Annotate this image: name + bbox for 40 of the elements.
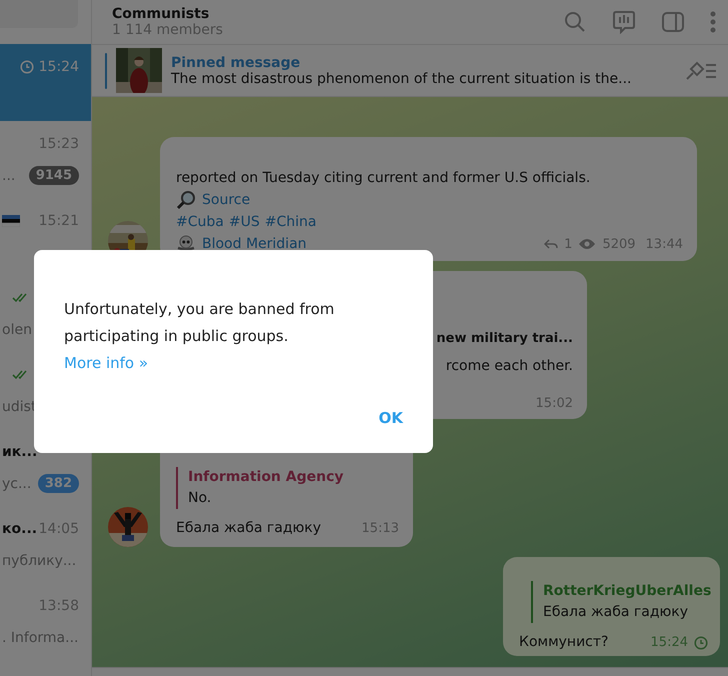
preview-title: new military trai... (436, 331, 573, 346)
unread-count: 9145 (28, 166, 79, 185)
speech-bubble-icon[interactable] (612, 10, 636, 34)
chat-name: ко... (2, 520, 38, 536)
pinned-label: Pinned message (171, 54, 302, 70)
chat-preview: ус... (2, 476, 32, 492)
reply-quote[interactable]: Information Agency No. (176, 467, 399, 509)
more-icon[interactable] (710, 11, 716, 33)
pinned-message-bar[interactable]: Pinned message The most disastrous phenomenon of the current situation is the... (92, 45, 728, 97)
unread-count: 382 (38, 474, 79, 493)
sidebar-toggle-icon[interactable] (662, 12, 684, 32)
pin-list-icon[interactable] (684, 60, 718, 82)
magnifier-icon (176, 190, 196, 210)
message-text: reported on Tuesday citing current and former U.S officials. (176, 169, 592, 188)
more-info-link[interactable]: More info » (64, 350, 148, 377)
chat-preview: ... (2, 168, 16, 184)
reply-text: No. (188, 489, 212, 508)
chat-preview: . Informa... (2, 630, 78, 646)
chat-name: ик... (2, 444, 38, 460)
pinned-text: The most disastrous phenomenon of the current situation is the... (171, 70, 632, 86)
message-text: Ебала жаба гадюку (176, 520, 322, 536)
chat-preview: публику... (2, 552, 76, 568)
chat-preview: olen (2, 322, 32, 338)
reply-icon (544, 238, 558, 250)
hashtag-link[interactable]: #US (228, 211, 260, 233)
search-icon[interactable] (564, 11, 586, 33)
dialog-message: Unfortunately, you are banned from participating in public groups. (64, 299, 336, 347)
preview-text: rcome each other. (446, 358, 573, 374)
hashtag-link[interactable]: #Cuba (176, 211, 224, 233)
message-text: Коммунист? (519, 634, 608, 650)
reply-author: Information Agency (188, 468, 345, 487)
chat-title: Communists (112, 6, 210, 22)
chat-preview: udist (2, 398, 36, 414)
source-link[interactable]: Source (202, 189, 250, 211)
message-time: 15:24 (650, 635, 688, 650)
reply-text: Ебала жаба гадюку (543, 603, 690, 622)
eye-icon (578, 238, 596, 250)
hashtag-link[interactable]: #China (264, 211, 316, 233)
chat-list-item[interactable]: 15:24 (0, 44, 91, 121)
chat-time: 15:24 (38, 58, 79, 74)
